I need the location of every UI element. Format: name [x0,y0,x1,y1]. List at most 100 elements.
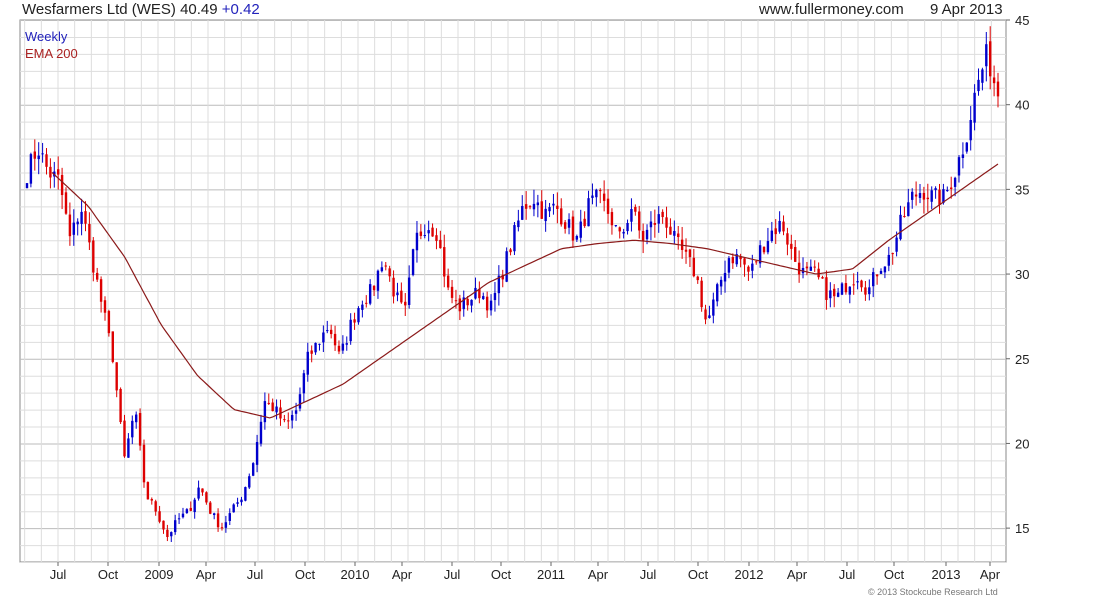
candle-up [193,499,196,513]
candle-down [821,277,824,279]
candle-up [887,254,891,266]
candle-down [419,231,423,236]
candle-down [365,302,368,304]
y-tick-label: 30 [1015,267,1029,282]
candle-down [813,266,816,268]
y-tick-label: 20 [1015,436,1029,451]
candle-up [766,241,770,253]
candle-up [314,342,317,353]
candle-up [985,44,988,67]
candle-down [166,529,169,538]
candle-down [384,265,387,267]
candle-down [914,194,918,197]
candle-up [934,188,937,191]
candle-down [95,272,99,280]
candle-up [622,231,625,234]
candle-down [485,296,489,311]
candle-down [115,362,118,391]
candle-down [684,249,688,252]
candle-up [290,414,294,421]
candle-up [29,154,33,184]
y-tick-label: 45 [1015,13,1029,28]
candle-down [142,444,146,483]
x-tick-label: 2013 [932,567,961,582]
candle-up [134,414,138,423]
candle-up [411,249,415,275]
candle-up [322,332,325,343]
x-tick-label: Jul [444,567,461,582]
candle-down [677,233,680,238]
candle-up [25,183,29,189]
candle-down [583,218,586,227]
candle-up [626,222,629,232]
candle-up [513,225,516,252]
candle-down [610,212,614,226]
x-tick-label: 2009 [145,567,174,582]
candle-up [248,476,251,488]
candle-down [669,226,672,235]
candle-down [571,216,575,241]
candle-up [872,272,875,287]
candle-up [72,222,75,235]
candle-up [770,230,774,241]
candle-up [856,281,859,283]
candle-down [696,276,699,281]
candle-down [150,499,153,501]
candle-down [99,279,103,302]
candle-up [977,79,980,92]
legend-weekly: Weekly [25,29,68,44]
candle-down [205,492,208,503]
candle-up [232,504,235,513]
candle-up [80,211,83,224]
candle-up [575,236,579,240]
candle-down [743,258,746,265]
x-tick-label: Apr [980,567,1001,582]
x-tick-label: Apr [787,567,808,582]
candle-up [657,214,660,224]
candle-up [255,441,259,465]
candle-up [251,463,255,476]
y-tick-label: 40 [1015,98,1029,113]
candle-up [981,69,984,83]
candle-up [579,221,582,238]
candle-down [599,190,602,192]
candle-up [236,502,239,504]
candle-down [458,298,462,312]
candle-up [552,203,555,206]
candle-down [747,266,750,272]
x-tick-label: Jul [640,567,657,582]
candle-down [844,283,848,293]
candle-up [482,296,485,300]
candle-up [969,119,972,141]
candle-down [938,189,941,205]
price-chart: Jul Oct 2009 Apr Jul Oct 2010 Apr Jul Oct 2011 Apr J… [19,13,1029,582]
candle-up [591,195,594,198]
candle-up [341,343,345,351]
candle-down [88,224,91,243]
candle-up [649,221,653,228]
candle-down [731,257,735,264]
x-tick-label: 2012 [735,567,764,582]
candle-up [719,279,723,287]
candle-up [505,251,508,282]
candle-down [446,275,450,288]
candle-up [836,292,840,297]
candle-up [326,330,329,332]
candle-up [170,532,173,537]
candle-up [614,225,618,227]
candle-up [953,177,957,187]
x-tick-label: Apr [588,567,609,582]
y-tick-label: 35 [1015,182,1029,197]
candle-down [653,222,657,225]
candle-down [216,513,220,528]
candle-down [392,277,395,297]
candle-down [989,41,992,77]
candle-up [345,343,348,345]
candle-down [797,262,801,275]
candle-up [840,283,844,295]
candle-up [544,208,547,222]
candle-up [587,198,590,227]
candle-down [638,211,641,231]
candle-down [123,420,126,457]
candle-down [154,501,157,512]
